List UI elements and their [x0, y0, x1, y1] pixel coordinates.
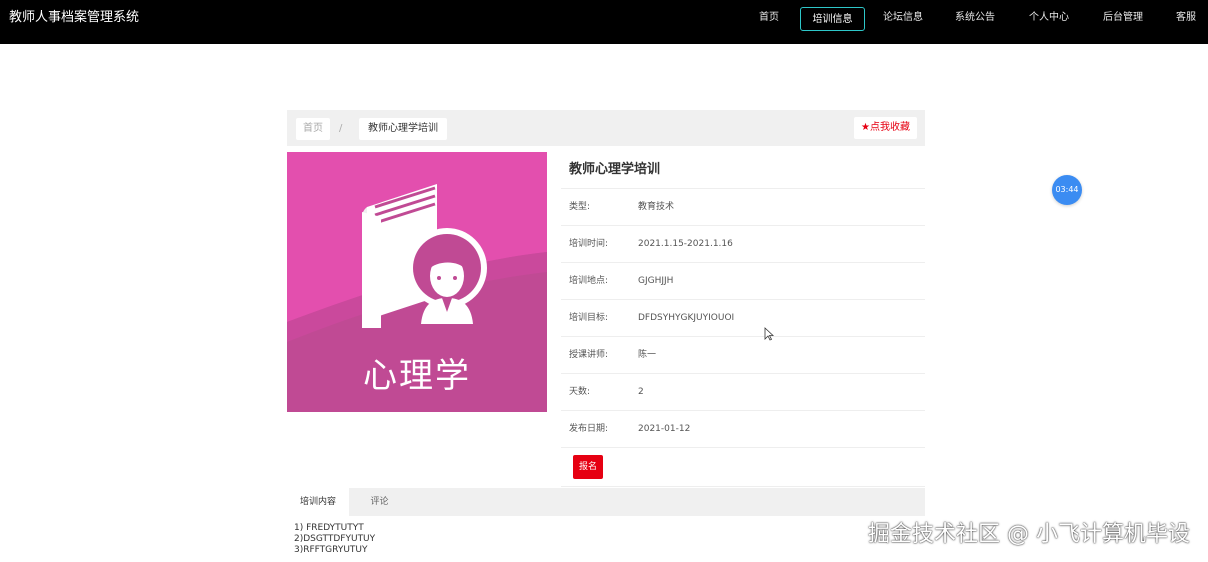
info-key: 培训时间:: [569, 239, 609, 249]
info-value: 2021-01-12: [638, 424, 691, 434]
info-key: 发布日期:: [569, 424, 609, 434]
training-content-panel: 1) FREDYTUTYT 2)DSGTTDFYUTUY 3)RFFTGRYUT…: [287, 516, 925, 562]
nav-personal-center[interactable]: 个人中心: [1024, 6, 1074, 30]
info-row-time: 培训时间: 2021.1.15-2021.1.16: [561, 226, 925, 263]
cover-title: 心理学: [363, 356, 471, 396]
breadcrumb-current: 教师心理学培训: [359, 118, 447, 140]
breadcrumb: 首页 / 教师心理学培训 ★点我收藏: [287, 110, 925, 146]
training-info-table: 教师心理学培训 类型: 教育技术 培训时间: 2021.1.15-2021.1.…: [561, 152, 925, 487]
content-line: 1) FREDYTUTYT: [294, 523, 364, 533]
breadcrumb-home-link[interactable]: 首页: [296, 118, 330, 140]
info-value: 教育技术: [638, 202, 675, 212]
nav-training-info[interactable]: 培训信息: [800, 7, 865, 31]
nav-forum[interactable]: 论坛信息: [878, 6, 928, 30]
info-row-goal: 培训目标: DFDSYHYGKJUYIOUOI: [561, 300, 925, 337]
info-row-location: 培训地点: GJGHJJH: [561, 263, 925, 300]
info-row-days: 天数: 2: [561, 374, 925, 411]
favorite-button[interactable]: ★点我收藏: [854, 117, 917, 139]
info-row-type: 类型: 教育技术: [561, 189, 925, 226]
enroll-row: 报名: [561, 448, 925, 487]
tab-comments[interactable]: 评论: [357, 488, 402, 516]
nav-admin[interactable]: 后台管理: [1098, 6, 1148, 30]
info-key: 授课讲师:: [569, 350, 609, 360]
content-line: 2)DSGTTDFYUTUY: [294, 534, 376, 544]
info-key: 天数:: [569, 387, 591, 397]
star-icon: ★: [861, 122, 870, 133]
info-row-lecturer: 授课讲师: 陈一: [561, 337, 925, 374]
timer-badge[interactable]: 03:44: [1052, 175, 1082, 205]
info-row-publish-date: 发布日期: 2021-01-12: [561, 411, 925, 448]
nav-home[interactable]: 首页: [753, 6, 785, 30]
info-value: DFDSYHYGKJUYIOUOI: [638, 313, 735, 323]
nav-announcements[interactable]: 系统公告: [950, 6, 1000, 30]
breadcrumb-separator: /: [339, 123, 343, 134]
mouse-cursor-icon: [764, 327, 774, 341]
watermark-text: 掘金技术社区 @ 小飞计算机毕设: [868, 522, 1190, 547]
info-value: 陈一: [638, 350, 657, 360]
favorite-label: 点我收藏: [870, 122, 910, 133]
training-title: 教师心理学培训: [561, 152, 925, 189]
training-detail-card: 首页 / 教师心理学培训 ★点我收藏 心理学 教师心理学培训 类型: 教育技术 …: [287, 110, 925, 562]
content-line: 3)RFFTGRYUTUY: [294, 545, 368, 555]
nav-customer-service[interactable]: 客服: [1170, 6, 1202, 30]
info-key: 类型:: [569, 202, 591, 212]
training-cover-image: 心理学: [287, 152, 547, 412]
tab-training-content[interactable]: 培训内容: [287, 488, 349, 516]
info-key: 培训目标:: [569, 313, 609, 323]
info-value: GJGHJJH: [638, 276, 674, 286]
enroll-button[interactable]: 报名: [573, 455, 603, 479]
info-value: 2: [638, 387, 644, 397]
top-navbar: 教师人事档案管理系统 首页 培训信息 论坛信息 系统公告 个人中心 后台管理 客…: [0, 0, 1208, 44]
content-tabs: 培训内容 评论: [287, 488, 925, 516]
info-value: 2021.1.15-2021.1.16: [638, 239, 733, 249]
info-key: 培训地点:: [569, 276, 609, 286]
app-title: 教师人事档案管理系统: [9, 10, 140, 25]
